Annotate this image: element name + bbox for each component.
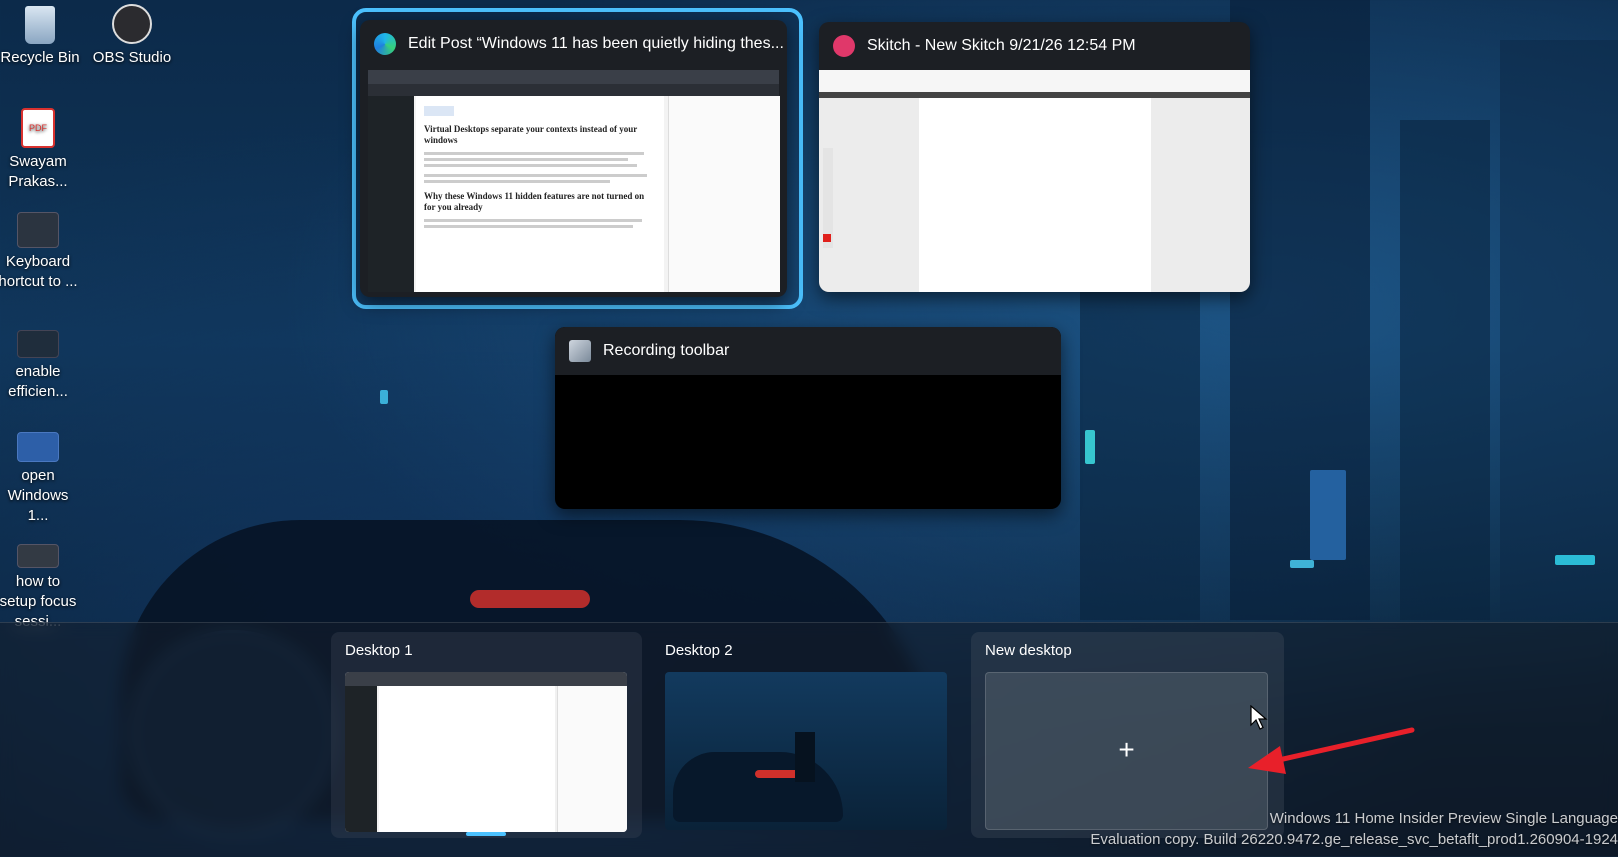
pdf-file-icon: PDF — [21, 108, 55, 148]
image-file-icon — [17, 330, 59, 358]
annotation-arrow-icon — [1248, 727, 1415, 774]
image-file-icon — [17, 212, 59, 248]
watermark-line-1: Windows 11 Home Insider Preview Single L… — [1269, 810, 1618, 827]
desktop-icon-recycle-bin[interactable]: Recycle Bin — [0, 6, 80, 68]
obs-studio-icon — [112, 4, 152, 44]
desktop-label: New desktop — [985, 642, 1072, 659]
window-preview-skitch — [819, 70, 1250, 292]
desktop-icon-label: Recycle Bin — [0, 49, 80, 66]
desktop-2[interactable]: Desktop 2 — [651, 632, 958, 838]
recycle-bin-icon — [25, 6, 55, 44]
window-title: Edit Post “Windows 11 has been quietly h… — [408, 35, 784, 52]
edge-browser-icon — [374, 33, 396, 55]
window-title-bar: Edit Post “Windows 11 has been quietly h… — [360, 20, 787, 68]
window-card-skitch[interactable]: Skitch - New Skitch 9/21/26 12:54 PM — [819, 22, 1250, 292]
watermark-line-2: Evaluation copy. Build 26220.9472.ge_rel… — [1090, 831, 1618, 848]
desktop-label: Desktop 1 — [345, 642, 413, 659]
desktop-icon-label: Keyboard hortcut to ... — [0, 253, 78, 290]
desktop-1-thumbnail — [345, 672, 627, 832]
desktop-icon-focus-sessions[interactable]: how to setup focus sessi... — [0, 544, 78, 632]
desktop-icon-label: OBS Studio — [92, 49, 172, 66]
image-file-icon — [17, 432, 59, 462]
desktop-icon-label: Swayam Prakas... — [8, 153, 68, 190]
window-card-edit-post[interactable]: Edit Post “Windows 11 has been quietly h… — [360, 20, 787, 297]
desktop-1[interactable]: Desktop 1 — [331, 632, 642, 838]
preview-heading-1: Virtual Desktops separate your contexts … — [424, 124, 638, 145]
window-title: Recording toolbar — [603, 342, 730, 359]
new-desktop[interactable]: New desktop + — [971, 632, 1284, 838]
skitch-app-icon — [833, 35, 855, 57]
desktop-icon-keyboard-shortcut[interactable]: Keyboard hortcut to ... — [0, 212, 78, 292]
desktop-icon-obs-studio[interactable]: OBS Studio — [92, 4, 172, 68]
desktop-label: Desktop 2 — [665, 642, 733, 659]
desktop-2-thumbnail — [665, 672, 947, 830]
new-desktop-add-button[interactable]: + — [985, 672, 1268, 830]
snipping-tool-icon — [569, 340, 591, 362]
current-desktop-indicator — [466, 832, 506, 836]
desktop-icon-label: enable efficien... — [8, 363, 68, 400]
preview-heading-2: Why these Windows 11 hidden features are… — [424, 191, 645, 212]
window-card-recording-toolbar[interactable]: Recording toolbar — [555, 327, 1061, 509]
desktop-icon-pdf[interactable]: PDF Swayam Prakas... — [0, 108, 78, 192]
desktop-icon-open-windows[interactable]: open Windows 1... — [0, 432, 78, 526]
window-title-bar: Skitch - New Skitch 9/21/26 12:54 PM — [819, 22, 1250, 70]
image-file-icon — [17, 544, 59, 568]
window-title: Skitch - New Skitch 9/21/26 12:54 PM — [867, 37, 1136, 54]
plus-icon: + — [1118, 734, 1135, 765]
desktop-icon-enable-efficiency[interactable]: enable efficien... — [0, 330, 78, 402]
window-preview-browser: Virtual Desktops separate your contexts … — [368, 70, 780, 292]
window-title-bar: Recording toolbar — [555, 327, 1061, 375]
desktop-icon-label: open Windows 1... — [7, 467, 69, 524]
